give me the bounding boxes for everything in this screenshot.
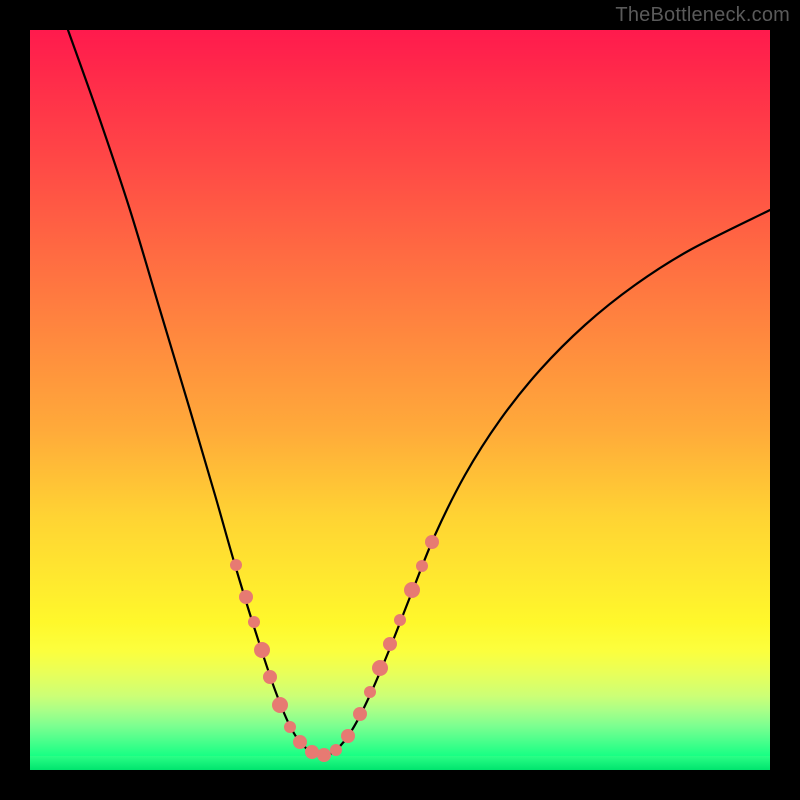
chart-frame: TheBottleneck.com [0, 0, 800, 800]
data-point-dot [425, 535, 439, 549]
data-point-dot [230, 559, 242, 571]
watermark-text: TheBottleneck.com [615, 4, 790, 27]
data-point-dot [364, 686, 376, 698]
bottleneck-curve-path [68, 30, 770, 756]
data-point-dot [404, 582, 420, 598]
data-point-dot [272, 697, 288, 713]
data-point-dot [239, 590, 253, 604]
data-point-dot [284, 721, 296, 733]
data-point-markers [230, 535, 439, 762]
data-point-dot [353, 707, 367, 721]
data-point-dot [293, 735, 307, 749]
plot-area [30, 30, 770, 770]
bottleneck-curve-svg [30, 30, 770, 770]
data-point-dot [383, 637, 397, 651]
data-point-dot [330, 744, 342, 756]
data-point-dot [416, 560, 428, 572]
data-point-dot [394, 614, 406, 626]
data-point-dot [263, 670, 277, 684]
data-point-dot [317, 748, 331, 762]
data-point-dot [341, 729, 355, 743]
data-point-dot [248, 616, 260, 628]
data-point-dot [305, 745, 319, 759]
data-point-dot [372, 660, 388, 676]
data-point-dot [254, 642, 270, 658]
